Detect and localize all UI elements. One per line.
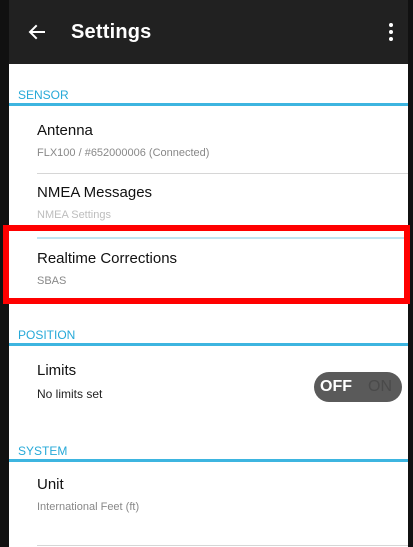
- arrow-left-icon: [28, 24, 45, 40]
- setting-title: Limits: [37, 362, 77, 379]
- more-vert-icon: [389, 23, 393, 41]
- setting-title: Unit: [37, 476, 64, 493]
- setting-item-nmea-messages[interactable]: NMEA Messages NMEA Settings: [9, 174, 408, 239]
- settings-screen: Settings SENSOR Antenna FLX100 / #652000…: [0, 0, 413, 547]
- section-divider: [9, 459, 408, 462]
- setting-title: NMEA Messages: [37, 184, 153, 201]
- section-divider: [9, 343, 408, 346]
- setting-title: Antenna: [37, 122, 93, 139]
- setting-subtitle: NMEA Settings: [37, 209, 111, 221]
- section-header-system: SYSTEM: [9, 438, 408, 462]
- section-divider: [9, 103, 408, 106]
- highlight-box: [3, 225, 410, 304]
- page-title: Settings: [71, 20, 152, 43]
- toggle-off-label: OFF: [320, 378, 352, 395]
- setting-subtitle: International Feet (ft): [37, 501, 140, 513]
- limits-toggle[interactable]: OFF ON: [314, 372, 402, 402]
- toggle-on-label: ON: [368, 378, 392, 395]
- section-header-sensor: SENSOR: [9, 82, 408, 106]
- setting-item-unit[interactable]: Unit International Feet (ft): [9, 466, 408, 546]
- overflow-menu-button[interactable]: [374, 0, 408, 64]
- app-bar: Settings: [9, 0, 408, 64]
- setting-subtitle: No limits set: [37, 387, 103, 401]
- setting-item-antenna[interactable]: Antenna FLX100 / #652000006 (Connected): [9, 112, 408, 174]
- back-button[interactable]: [15, 0, 59, 64]
- setting-item-limits[interactable]: Limits No limits set OFF ON: [9, 352, 408, 414]
- setting-subtitle: FLX100 / #652000006 (Connected): [37, 147, 210, 159]
- item-divider: [37, 545, 408, 546]
- section-header-position: POSITION: [9, 322, 408, 346]
